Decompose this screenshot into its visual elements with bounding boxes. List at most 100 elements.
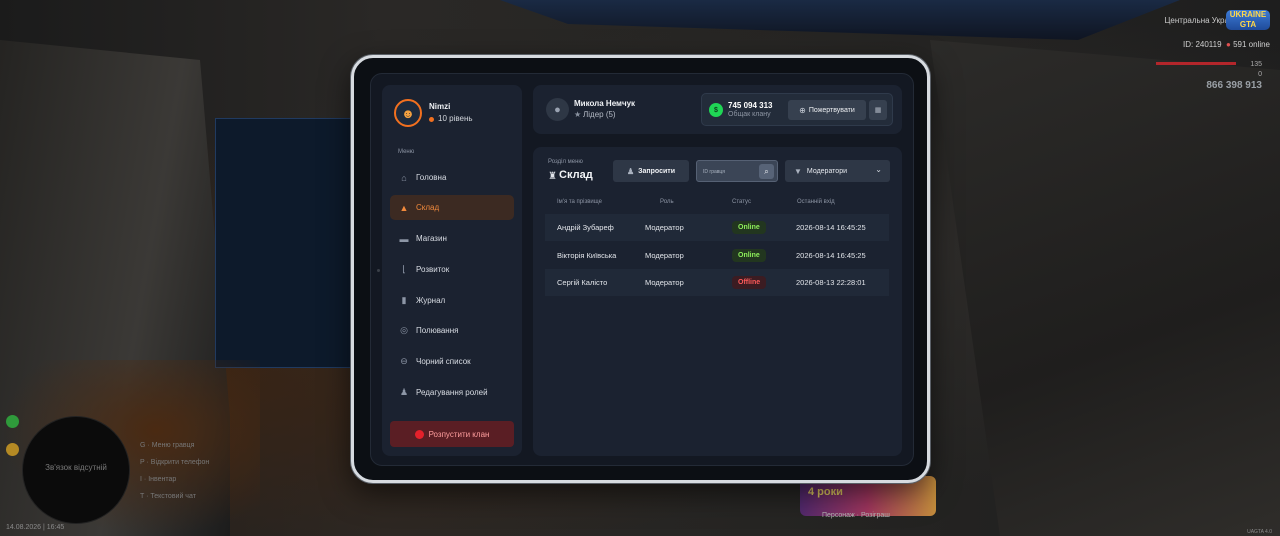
status-badge: Online — [732, 221, 766, 234]
player-avatar-icon: ● — [546, 98, 569, 121]
key-hint: P · Відкрити телефон — [140, 459, 210, 466]
column-header: Статус — [732, 199, 751, 205]
camera-dot — [377, 269, 380, 272]
clan-money: $ 745 094 313 Общак клану ⊕ Пожертвувати … — [701, 93, 893, 126]
user-level: 10 рівень — [438, 114, 473, 123]
shop-icon: ▬ — [399, 233, 409, 244]
table-row[interactable]: Сергій Калісто Модератор Offline 2026-08… — [545, 269, 889, 296]
search-button[interactable]: ⌕ — [759, 164, 774, 179]
hud-money: 866 398 913 — [1206, 80, 1262, 91]
chevron-down-icon: ⌄ — [875, 165, 882, 174]
last-login: 2026-08-14 16:45:25 — [796, 251, 866, 260]
sidebar-item-label: Чорний список — [416, 357, 471, 366]
hud-player-id: ID: 240119 ● 591 online — [1183, 40, 1270, 49]
member-name: Вікторія Київська — [557, 251, 617, 260]
role-filter-dropdown[interactable]: ▼ Модератори ⌄ — [785, 160, 890, 182]
hud-datetime: 14.08.2026 | 16:45 — [6, 524, 65, 531]
invite-button[interactable]: ♟ Запросити — [613, 160, 689, 182]
search-box: ⌕ — [696, 160, 778, 182]
sidebar-item-label: Головна — [416, 173, 447, 182]
member-role: Модератор — [645, 251, 684, 260]
user-edit-icon: ♟ — [399, 387, 409, 397]
hud-stats: 135 0 — [1250, 61, 1262, 78]
clan-money-value: 745 094 313 — [728, 101, 773, 110]
home-icon: ⌂ — [401, 172, 407, 183]
column-header: Роль — [660, 199, 674, 205]
ceiling-panel — [500, 0, 1180, 40]
disband-clan-button[interactable]: Розпустити клан — [390, 421, 514, 447]
search-icon: ⌕ — [764, 166, 769, 176]
sidebar-item-blacklist[interactable]: ⊖ Чорний список — [390, 349, 514, 374]
hud-status-food — [6, 443, 19, 456]
table-row[interactable]: Андрій Зубареф Модератор Online 2026-08-… — [545, 214, 889, 241]
status-badge: Online — [732, 249, 766, 262]
alert-dot-icon — [414, 429, 424, 439]
clan-money-label: Общак клану — [728, 111, 771, 118]
star-icon: ★ — [574, 110, 582, 119]
member-name: Сергій Калісто — [557, 278, 608, 287]
sidebar-item-warehouse[interactable]: ▲ Склад — [390, 195, 514, 220]
warehouse-icon: ♜ — [548, 171, 557, 182]
hud-status-green — [6, 415, 19, 428]
column-header: Ім'я та прізвище — [557, 199, 602, 205]
status-badge: Offline — [732, 276, 767, 289]
minimap: Зв'язок відсутній — [22, 416, 130, 524]
sidebar-item-label: Полювання — [416, 326, 459, 335]
sidebar-item-label: Редагування ролей — [416, 388, 488, 397]
donate-button[interactable]: ⊕ Пожертвувати — [788, 100, 866, 120]
level-dot-icon — [429, 117, 434, 122]
member-name: Андрій Зубареф — [557, 223, 614, 232]
coin-icon: $ — [709, 103, 723, 117]
calendar-icon: ▦ — [874, 107, 882, 114]
section-label: Розділ меню — [548, 159, 583, 165]
user-name: Nimzi — [429, 102, 451, 111]
column-header: Останній вхід — [797, 199, 835, 205]
chart-icon: ⌊ — [402, 264, 406, 274]
book-icon: ▮ — [401, 295, 407, 305]
sidebar-item-label: Журнал — [416, 296, 446, 305]
key-hint: G · Меню гравця — [140, 442, 195, 449]
last-login: 2026-08-14 16:45:25 — [796, 223, 866, 232]
clan-tablet: ☻ Nimzi 10 рівень Меню ⌂ Головна ▲ Склад ▬… — [351, 55, 930, 483]
promo-subtitle: Персонаж · Розіграш — [822, 512, 890, 519]
sidebar-item-roles[interactable]: ♟ Редагування ролей — [390, 380, 514, 405]
sidebar-item-journal[interactable]: ▮ Журнал — [390, 288, 514, 313]
add-user-icon: ♟ — [626, 166, 635, 176]
plus-circle-icon: ⊕ — [799, 105, 806, 115]
page-title: Склад — [559, 169, 593, 181]
player-name: Микола Немчук — [574, 99, 636, 108]
key-hints: G · Меню гравця P · Відкрити телефон I ·… — [140, 437, 209, 505]
warehouse-icon: ▲ — [399, 202, 409, 213]
hud-version: UAGTA 4.0 — [1247, 529, 1272, 535]
table-row[interactable]: Вікторія Київська Модератор Online 2026-… — [545, 242, 889, 269]
sidebar-item-development[interactable]: ⌊ Розвиток — [390, 257, 514, 282]
sidebar: ☻ Nimzi 10 рівень Меню ⌂ Головна ▲ Склад ▬… — [382, 85, 522, 456]
right-wall — [930, 40, 1280, 536]
poster-board — [215, 118, 355, 368]
target-icon: ◎ — [400, 325, 408, 335]
sidebar-item-shop[interactable]: ▬ Магазин — [390, 226, 514, 251]
user-avatar: ☻ — [394, 99, 422, 127]
health-bar — [1156, 62, 1236, 65]
character-icon: ☻ — [401, 105, 415, 121]
sidebar-item-home[interactable]: ⌂ Головна — [390, 165, 514, 190]
server-logo: UKRAINE GTA — [1226, 10, 1270, 30]
sidebar-item-hunting[interactable]: ◎ Полювання — [390, 318, 514, 343]
last-login: 2026-08-13 22:28:01 — [796, 278, 866, 287]
block-icon: ⊖ — [400, 356, 408, 366]
sidebar-item-label: Склад — [416, 203, 440, 212]
tablet-screen: ☻ Nimzi 10 рівень Меню ⌂ Головна ▲ Склад ▬… — [370, 73, 914, 466]
member-role: Модератор — [645, 223, 684, 232]
player-id-search-input[interactable] — [703, 166, 759, 178]
main-panel: Розділ меню ♜ Склад ♟Запросити ⌕ ▼Модера… — [533, 147, 902, 456]
player-role: Лідер (5) — [583, 110, 616, 119]
menu-title: Меню — [398, 149, 415, 155]
filter-icon: ▼ — [794, 166, 802, 176]
header: ● Микола Немчук ★ Лідер (5) $ 745 094 31… — [533, 85, 902, 134]
sidebar-item-label: Магазин — [416, 234, 447, 243]
member-role: Модератор — [645, 278, 684, 287]
key-hint: I · Інвентар — [140, 476, 177, 483]
sidebar-item-label: Розвиток — [416, 265, 450, 274]
key-hint: T · Текстовий чат — [140, 493, 196, 500]
calendar-button[interactable]: ▦ — [869, 100, 887, 120]
